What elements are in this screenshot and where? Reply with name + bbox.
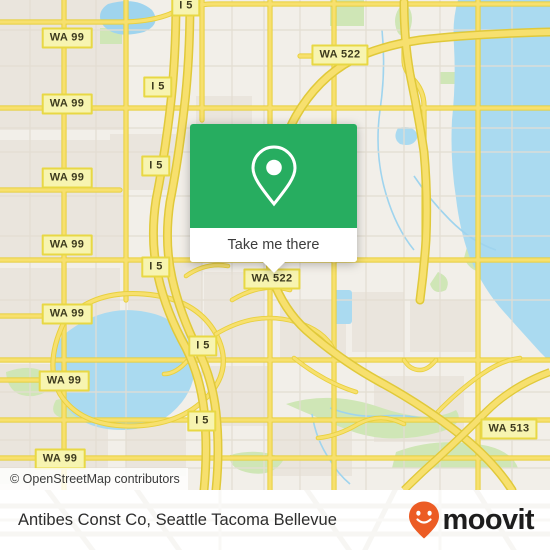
moovit-logo[interactable]: moovit: [407, 500, 535, 540]
shield-i-5-3: I 5: [141, 155, 171, 177]
shield-wa-99-2: WA 99: [41, 93, 93, 115]
map-canvas[interactable]: WA 99 I 5 WA 522 WA 99 I 5 WA 99 I 5 WA …: [0, 0, 550, 490]
shield-i-5-4: I 5: [141, 256, 171, 278]
footer-bar: Antibes Const Co, Seattle Tacoma Bellevu…: [0, 490, 550, 550]
take-me-there-button[interactable]: Take me there: [190, 228, 357, 262]
footer-content: Antibes Const Co, Seattle Tacoma Bellevu…: [0, 490, 550, 550]
shield-i-5-6: I 5: [187, 410, 217, 432]
map-pin-icon: [250, 145, 297, 207]
shield-wa-99-1: WA 99: [41, 27, 93, 49]
moovit-wordmark: moovit: [442, 503, 535, 536]
shield-wa-99-6: WA 99: [38, 370, 90, 392]
popup-body: Take me there: [190, 124, 357, 262]
shield-i-5-2: I 5: [143, 76, 173, 98]
popup-header: [190, 124, 357, 228]
shield-wa-99-7: WA 99: [34, 448, 86, 470]
destination-popup-card[interactable]: Take me there: [190, 124, 357, 273]
map-screenshot-root: WA 99 I 5 WA 522 WA 99 I 5 WA 99 I 5 WA …: [0, 0, 550, 550]
shield-wa-99-4: WA 99: [41, 234, 93, 256]
take-me-there-label: Take me there: [227, 237, 320, 253]
shield-wa-99-5: WA 99: [41, 303, 93, 325]
popup-pointer-tail: [262, 262, 285, 273]
shield-wa-522-1: WA 522: [311, 44, 369, 66]
osm-attribution[interactable]: © OpenStreetMap contributors: [0, 468, 188, 490]
place-title: Antibes Const Co, Seattle Tacoma Bellevu…: [18, 510, 337, 529]
shield-wa-513: WA 513: [480, 418, 538, 440]
shield-wa-99-3: WA 99: [41, 167, 93, 189]
shield-i-5-5: I 5: [188, 335, 218, 357]
moovit-smiley-pin-icon: [408, 501, 439, 539]
shield-i-5-1: I 5: [171, 0, 201, 17]
